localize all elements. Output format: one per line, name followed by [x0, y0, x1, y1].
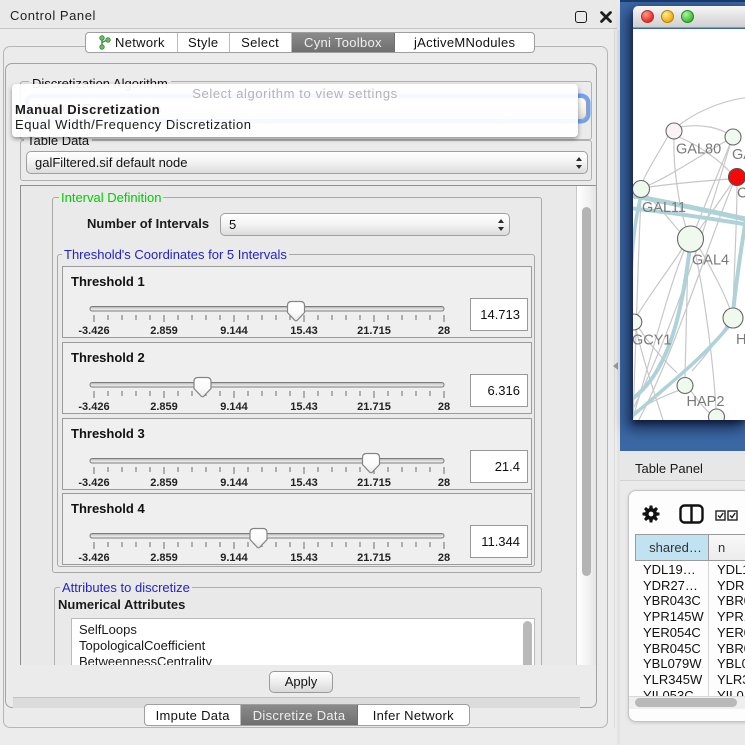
svg-text:9.144: 9.144	[220, 401, 248, 413]
svg-text:15.43: 15.43	[290, 552, 318, 564]
svg-text:21.715: 21.715	[357, 552, 391, 564]
svg-text:28: 28	[438, 552, 450, 564]
svg-text:2.859: 2.859	[150, 477, 178, 489]
svg-text:28: 28	[438, 401, 450, 413]
svg-text:-3.426: -3.426	[78, 401, 109, 413]
svg-text:2.859: 2.859	[150, 401, 178, 413]
svg-text:15.43: 15.43	[290, 325, 318, 337]
svg-text:21.715: 21.715	[357, 325, 391, 337]
svg-text:GAL80: GAL80	[676, 142, 721, 158]
svg-text:C: C	[737, 186, 745, 202]
svg-text:15.43: 15.43	[290, 477, 318, 489]
svg-text:9.144: 9.144	[220, 477, 248, 489]
svg-text:-3.426: -3.426	[78, 552, 109, 564]
svg-text:15.43: 15.43	[290, 401, 318, 413]
svg-text:HAP2: HAP2	[687, 394, 725, 410]
svg-text:GAL4: GAL4	[692, 253, 729, 269]
svg-text:GA: GA	[732, 147, 745, 163]
svg-text:28: 28	[438, 325, 450, 337]
svg-text:2.859: 2.859	[150, 325, 178, 337]
svg-text:GAL11: GAL11	[642, 200, 686, 216]
svg-text:-3.426: -3.426	[78, 325, 109, 337]
svg-text:2.859: 2.859	[150, 552, 178, 564]
svg-text:GCY1: GCY1	[633, 333, 672, 349]
svg-text:9.144: 9.144	[220, 552, 248, 564]
svg-text:-3.426: -3.426	[78, 477, 109, 489]
svg-text:21.715: 21.715	[357, 401, 391, 413]
svg-text:28: 28	[438, 477, 450, 489]
svg-text:9.144: 9.144	[220, 325, 248, 337]
svg-text:21.715: 21.715	[357, 477, 391, 489]
svg-text:H: H	[736, 332, 745, 348]
